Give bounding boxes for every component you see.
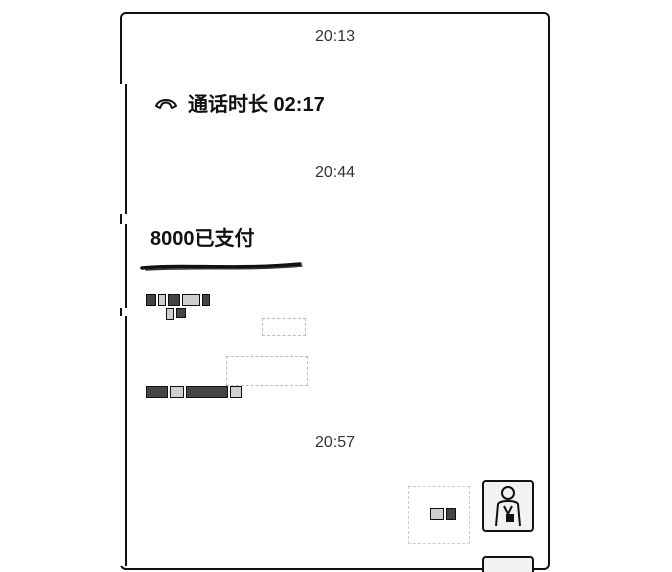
call-duration-label: 通话时长 02:17	[188, 94, 325, 116]
redacted-area	[262, 318, 306, 336]
chat-window: 20:13 通话时长 02:17 20:44 8000已支付 20:57	[117, 12, 550, 572]
call-duration-message[interactable]: 通话时长 02:17	[154, 88, 325, 117]
redacted-mosaic	[146, 386, 242, 398]
sent-message-redacted[interactable]	[408, 486, 470, 544]
handwritten-underline	[140, 262, 303, 271]
message-timestamp: 20:57	[314, 434, 356, 451]
redacted-area	[226, 356, 308, 386]
redacted-mosaic	[146, 294, 210, 306]
user-avatar[interactable]	[482, 556, 534, 572]
redacted-mosaic	[166, 308, 186, 320]
frame-edge-notch	[117, 84, 127, 214]
person-icon	[495, 486, 521, 527]
frame-edge-notch	[117, 224, 127, 308]
message-timestamp: 20:13	[314, 28, 356, 45]
payment-message[interactable]: 8000已支付	[150, 222, 255, 251]
phone-hangup-icon	[154, 96, 178, 110]
message-timestamp: 20:44	[314, 164, 356, 181]
user-avatar[interactable]	[482, 480, 534, 532]
